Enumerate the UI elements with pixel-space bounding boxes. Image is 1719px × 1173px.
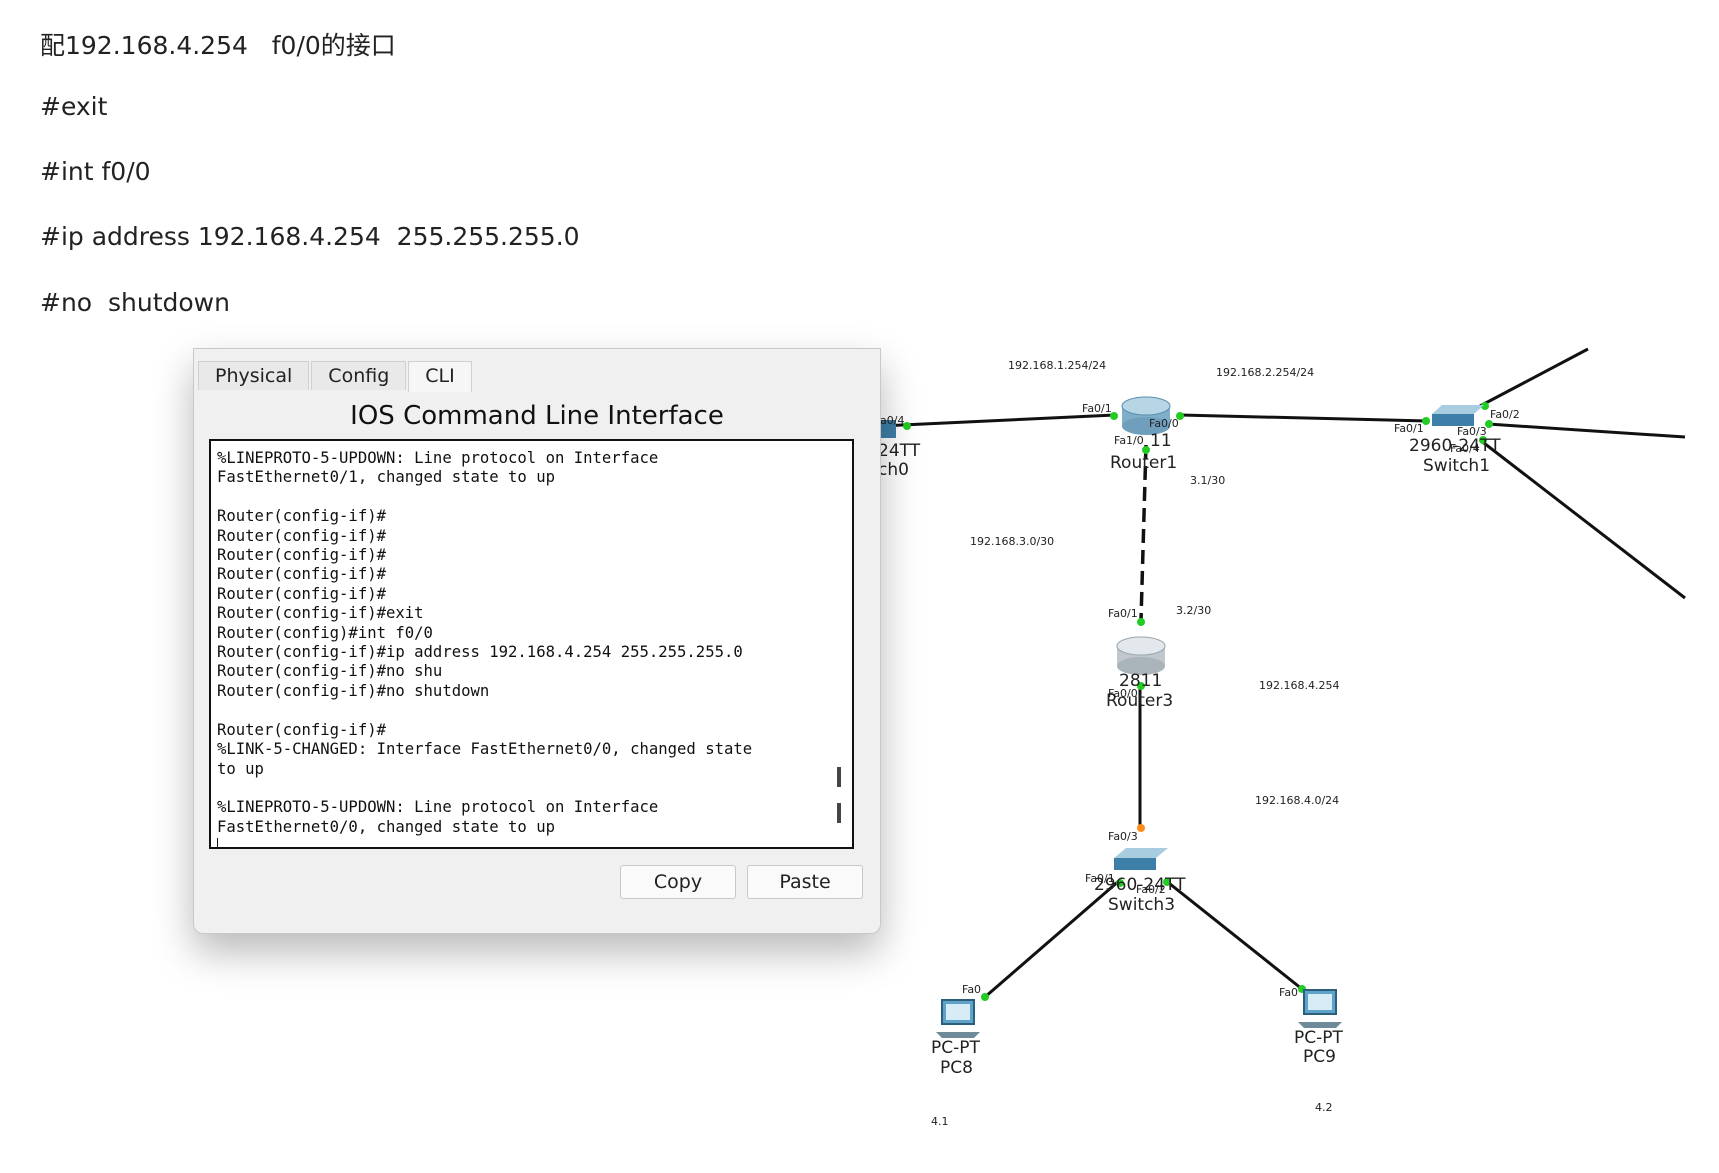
pc9-icon[interactable]	[1298, 989, 1342, 1028]
terminal-line: Router(config-if)#no shutdown	[217, 681, 490, 700]
terminal-line: Router(config-if)#ip address 192.168.4.2…	[217, 643, 743, 662]
router1-name-label: Router1	[1110, 453, 1177, 473]
link-switch1-right	[1487, 422, 1686, 439]
net-label-4-2: 4.2	[1315, 1101, 1333, 1114]
link-switch3-pc8	[984, 878, 1121, 999]
tab-cli[interactable]: CLI	[408, 361, 472, 392]
terminal-line: %LINEPROTO-5-UPDOWN: Line protocol on In…	[217, 449, 659, 467]
terminal-line: Router(config-if)#	[217, 526, 386, 545]
terminal-line: FastEthernet0/0, changed state to up	[217, 817, 555, 836]
pc9-port-fa0: Fa0	[1279, 986, 1298, 999]
pc8-model-label: PC-PT	[931, 1038, 981, 1058]
terminal-line: FastEthernet0/1, changed state to up	[217, 468, 555, 487]
terminal-output: %LINEPROTO-5-UPDOWN: Line protocol on In…	[217, 449, 753, 847]
pc8-port-fa0: Fa0	[962, 983, 981, 996]
cli-heading: IOS Command Line Interface	[350, 401, 724, 431]
switch0-port-label: a0/4	[880, 414, 904, 427]
terminal-line: Router(config-if)#	[217, 565, 386, 584]
switch0-model-label: 24TT	[878, 441, 921, 461]
terminal-line: %LINEPROTO-5-UPDOWN: Line protocol on In…	[217, 798, 659, 817]
port-pending-dot	[1137, 824, 1145, 832]
switch1-name-label: Switch1	[1423, 456, 1490, 476]
terminal-line: Router(config-if)#	[217, 720, 386, 739]
net-label-3-1: 3.1/30	[1190, 474, 1225, 487]
router1-model-label: 11	[1150, 431, 1172, 451]
terminal-line: Router(config-if)#	[217, 584, 386, 603]
router3-icon[interactable]	[1116, 636, 1166, 675]
scrollbar-thumb[interactable]	[837, 767, 841, 787]
terminal-line: Router(config)#int f0/0	[217, 623, 433, 642]
link-switch1-up	[1479, 347, 1589, 408]
router3-name-label: Router3	[1106, 691, 1173, 711]
switch3-model-label: 2960-24TT	[1094, 875, 1186, 895]
net-label-4-1: 4.1	[931, 1115, 949, 1128]
net-label-192-168-4-254: 192.168.4.254	[1259, 679, 1339, 692]
net-label-3-2: 3.2/30	[1176, 604, 1211, 617]
terminal-line: to up	[217, 759, 264, 778]
link-switch3-pc9	[1164, 878, 1303, 991]
terminal-line: Router(config-if)#no shu	[217, 662, 443, 681]
device-config-window: Physical Config CLI IOS Command Line Int…	[193, 348, 881, 934]
terminal-line: %LINK-5-CHANGED: Interface FastEthernet0…	[217, 740, 753, 759]
pc9-model-label: PC-PT	[1294, 1028, 1344, 1048]
switch3-name-label: Switch3	[1108, 895, 1175, 915]
router1-port-fa01: Fa0/1	[1082, 402, 1112, 415]
port-status-dots	[903, 402, 1493, 1001]
pc8-icon[interactable]	[936, 999, 980, 1038]
switch3-icon[interactable]	[1114, 848, 1168, 870]
router3-model-label: 2811	[1119, 671, 1162, 691]
pc9-name-label: PC9	[1303, 1047, 1336, 1067]
paste-button[interactable]: Paste	[747, 865, 863, 899]
net-label-192-168-4: 192.168.4.0/24	[1255, 794, 1339, 807]
tab-bar: Physical Config CLI	[198, 361, 474, 392]
switch3-port-fa03: Fa0/3	[1108, 830, 1138, 843]
pc8-name-label: PC8	[940, 1058, 973, 1078]
terminal-line: Router(config-if)#	[217, 507, 386, 526]
net-label-192-168-1: 192.168.1.254/24	[1008, 359, 1106, 372]
switch1-port-fa02: Fa0/2	[1490, 408, 1520, 421]
switch1-model-label: 2960-24TT	[1409, 436, 1501, 456]
net-label-192-168-2: 192.168.2.254/24	[1216, 366, 1314, 379]
router1-port-fa00: Fa0/0	[1149, 417, 1179, 430]
cli-terminal[interactable]: %LINEPROTO-5-UPDOWN: Line protocol on In…	[209, 439, 854, 849]
switch0-name-label: ch0	[878, 460, 909, 480]
terminal-scrollbar[interactable]	[826, 441, 852, 847]
net-label-192-168-3: 192.168.3.0/30	[970, 535, 1054, 548]
switch1-port-fa01: Fa0/1	[1394, 422, 1424, 435]
link-switch1-down	[1479, 438, 1686, 600]
tab-config[interactable]: Config	[311, 361, 407, 390]
link-switch0-router1	[879, 413, 1116, 428]
router1-port-fa10: Fa1/0	[1114, 434, 1144, 447]
terminal-line: Router(config-if)#exit	[217, 604, 424, 623]
terminal-line: Router(config-if)#	[217, 546, 386, 565]
terminal-cursor	[217, 838, 218, 847]
link-router1-switch1	[1179, 413, 1429, 423]
router3-port-fa01: Fa0/1	[1108, 607, 1138, 620]
tab-physical[interactable]: Physical	[198, 361, 310, 390]
copy-button[interactable]: Copy	[620, 865, 736, 899]
scrollbar-thumb-secondary[interactable]	[837, 803, 841, 823]
switch1-icon[interactable]	[1432, 405, 1484, 426]
